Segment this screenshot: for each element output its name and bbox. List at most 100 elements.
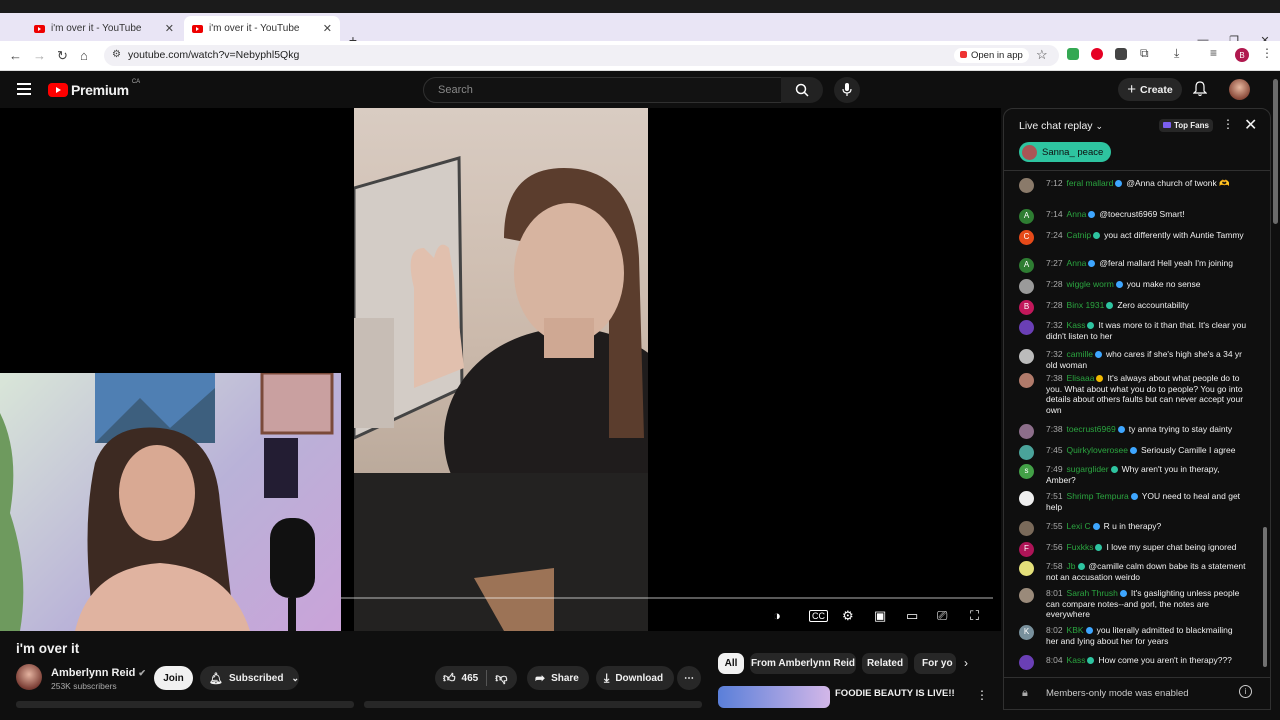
recommendation-title[interactable]: FOODIE BEAUTY IS LIVE!!	[835, 688, 955, 699]
chip-for-you[interactable]: For yo	[914, 653, 956, 674]
chat-author-avatar[interactable]: A	[1019, 258, 1034, 273]
chat-message[interactable]: F 7:56 Fuxkks I love my super chat being ig…	[1019, 542, 1247, 557]
subscribed-button[interactable]: 🔔︎ Subscribed ⌄	[200, 666, 299, 690]
close-chat-icon[interactable]: ✕	[1244, 115, 1257, 135]
chat-message[interactable]: 7:32 camille who cares if she's high she's…	[1019, 349, 1247, 370]
chat-author-avatar[interactable]: B	[1019, 300, 1034, 315]
url-field[interactable]: ⚙ youtube.com/watch?v=Nebyphl5Qkg Open i…	[104, 45, 1059, 66]
forward-icon[interactable]: →	[33, 48, 46, 63]
chat-author-avatar[interactable]	[1019, 279, 1034, 294]
browser-profile-avatar[interactable]: B	[1235, 48, 1249, 62]
chat-message[interactable]: C 7:24 Catnip you act differently with Aunt…	[1019, 230, 1247, 245]
miniplayer-icon[interactable]: ▣	[874, 608, 886, 624]
chat-author-name[interactable]: KBK	[1067, 625, 1084, 635]
chat-message[interactable]: A 7:27 Anna @feral mallard Hell yeah I'm jo…	[1019, 258, 1247, 273]
chat-message[interactable]: K 8:02 KBK you literally admitted to blackm…	[1019, 625, 1247, 646]
home-icon[interactable]: ⌂	[80, 48, 88, 63]
back-icon[interactable]: ←	[9, 48, 22, 63]
chat-message[interactable]: 8:01 Sarah Thrush It's gaslighting unless …	[1019, 588, 1247, 620]
chat-author-name[interactable]: Fuxkks	[1067, 542, 1094, 552]
thumbs-down-icon[interactable]: 👎︎	[495, 671, 507, 686]
chat-author-avatar[interactable]: C	[1019, 230, 1034, 245]
share-button[interactable]: ➦ Share	[527, 666, 589, 690]
video-player[interactable]: ◑ CC ⚙ ▣ ▭ ⎚ ⛶	[0, 108, 1001, 631]
voice-search-button[interactable]	[834, 77, 860, 103]
search-input[interactable]	[436, 83, 760, 97]
chat-author-name[interactable]: camille	[1067, 349, 1093, 359]
search-button[interactable]	[781, 77, 823, 103]
recommendation-more-icon[interactable]: ⋮	[976, 688, 988, 702]
chat-message[interactable]: 7:28 wiggle worm you make no sense	[1019, 279, 1247, 294]
like-button[interactable]: 👍︎ 465	[443, 671, 478, 686]
chat-author-name[interactable]: Kass	[1067, 320, 1086, 330]
chat-author-avatar[interactable]: K	[1019, 625, 1034, 640]
browser-menu-icon[interactable]: ⋮	[1261, 46, 1273, 60]
chat-author-avatar[interactable]	[1019, 655, 1034, 670]
fullscreen-icon[interactable]: ⛶	[970, 608, 979, 624]
top-fans-badge[interactable]: Top Fans	[1159, 119, 1213, 132]
close-tab-icon[interactable]: ✕	[165, 22, 174, 35]
download-button[interactable]: ⤓ Download	[596, 666, 674, 690]
extension-pinterest-icon[interactable]	[1091, 48, 1103, 60]
chat-author-name[interactable]: feral mallard	[1067, 178, 1114, 188]
chat-author-avatar[interactable]: s	[1019, 464, 1034, 479]
settings-gear-icon[interactable]: ⚙	[842, 608, 854, 624]
extension-drive-icon[interactable]	[1067, 48, 1079, 60]
chip-from-channel[interactable]: From Amberlynn Reid	[750, 653, 856, 674]
reload-icon[interactable]: ↻	[57, 48, 68, 64]
cast-icon[interactable]: ⎚	[937, 608, 947, 624]
theater-mode-icon[interactable]: ▭	[906, 608, 918, 624]
chat-message[interactable]: 7:45 Quirkyloverosee Seriously Camille I a…	[1019, 445, 1247, 460]
chat-message[interactable]: 7:38 Elisaaa It's always about what people…	[1019, 373, 1247, 415]
chat-message[interactable]: 7:38 toecrust6969 ty anna trying to stay d…	[1019, 424, 1247, 439]
recommendation-thumbnail[interactable]	[718, 686, 830, 708]
chat-author-name[interactable]: Anna	[1067, 258, 1087, 268]
browser-tab-1[interactable]: i'm over it - YouTube ✕	[26, 16, 182, 41]
channel-name[interactable]: Amberlynn Reid ✔	[51, 667, 146, 679]
extensions-puzzle-icon[interactable]: ⧉	[1140, 46, 1149, 61]
autoplay-toggle[interactable]: ◑	[773, 608, 781, 623]
chat-message[interactable]: 8:04 Kass How come you aren't in therapy??…	[1019, 655, 1247, 670]
close-tab-icon[interactable]: ✕	[323, 22, 332, 35]
chat-message[interactable]: 7:12 feral mallard @Anna church of twonk 🫶	[1019, 178, 1247, 193]
chat-author-avatar[interactable]	[1019, 320, 1034, 335]
chat-author-avatar[interactable]	[1019, 588, 1034, 603]
chat-author-avatar[interactable]	[1019, 349, 1034, 364]
chat-author-name[interactable]: wiggle worm	[1067, 279, 1114, 289]
more-actions-button[interactable]: ⋯	[677, 666, 701, 690]
chat-author-avatar[interactable]: A	[1019, 209, 1034, 224]
video-progress-bar[interactable]	[341, 597, 993, 599]
info-icon[interactable]: i	[1239, 685, 1252, 698]
chat-author-avatar[interactable]	[1019, 521, 1034, 536]
channel-avatar[interactable]	[16, 664, 42, 690]
chat-message[interactable]: 7:32 Kass It was more to it than that. It'…	[1019, 320, 1247, 341]
chat-author-name[interactable]: Catnip	[1067, 230, 1092, 240]
chevron-right-icon[interactable]: ›	[964, 656, 968, 670]
chat-author-avatar[interactable]	[1019, 424, 1034, 439]
chat-mode-dropdown[interactable]: Live chat replay ⌄	[1019, 120, 1103, 132]
chip-related[interactable]: Related	[862, 653, 908, 674]
chat-message[interactable]: B 7:28 Binx 1931 Zero accountability	[1019, 300, 1247, 315]
search-box[interactable]	[423, 77, 782, 103]
chat-author-avatar[interactable]	[1019, 178, 1034, 193]
chat-author-name[interactable]: Lexi C	[1067, 521, 1091, 531]
pinned-user-chip[interactable]: Sanna_ peace	[1019, 142, 1112, 162]
chat-author-avatar[interactable]	[1019, 445, 1034, 460]
chat-author-avatar[interactable]	[1019, 491, 1034, 506]
create-button[interactable]: + Create	[1118, 78, 1182, 101]
chat-author-name[interactable]: Quirkyloverosee	[1067, 445, 1128, 455]
chip-all[interactable]: All	[718, 653, 744, 674]
chat-author-name[interactable]: Elisaaa	[1067, 373, 1095, 383]
chat-author-name[interactable]: Anna	[1067, 209, 1087, 219]
chat-scrollbar[interactable]	[1262, 172, 1268, 677]
browser-tab-2[interactable]: i'm over it - YouTube ✕	[184, 16, 340, 41]
chat-author-name[interactable]: Binx 1931	[1067, 300, 1105, 310]
media-controls-icon[interactable]: ≡	[1210, 46, 1217, 60]
chat-author-name[interactable]: Kass	[1067, 655, 1086, 665]
chat-author-name[interactable]: Sarah Thrush	[1067, 588, 1118, 598]
open-in-app-button[interactable]: Open in app	[954, 48, 1029, 63]
site-info-icon[interactable]: ⚙	[112, 49, 121, 60]
chat-message[interactable]: s 7:49 sugarglider Why aren't you in therap…	[1019, 464, 1247, 485]
chat-author-name[interactable]: sugarglider	[1067, 464, 1109, 474]
account-avatar[interactable]	[1229, 79, 1250, 100]
